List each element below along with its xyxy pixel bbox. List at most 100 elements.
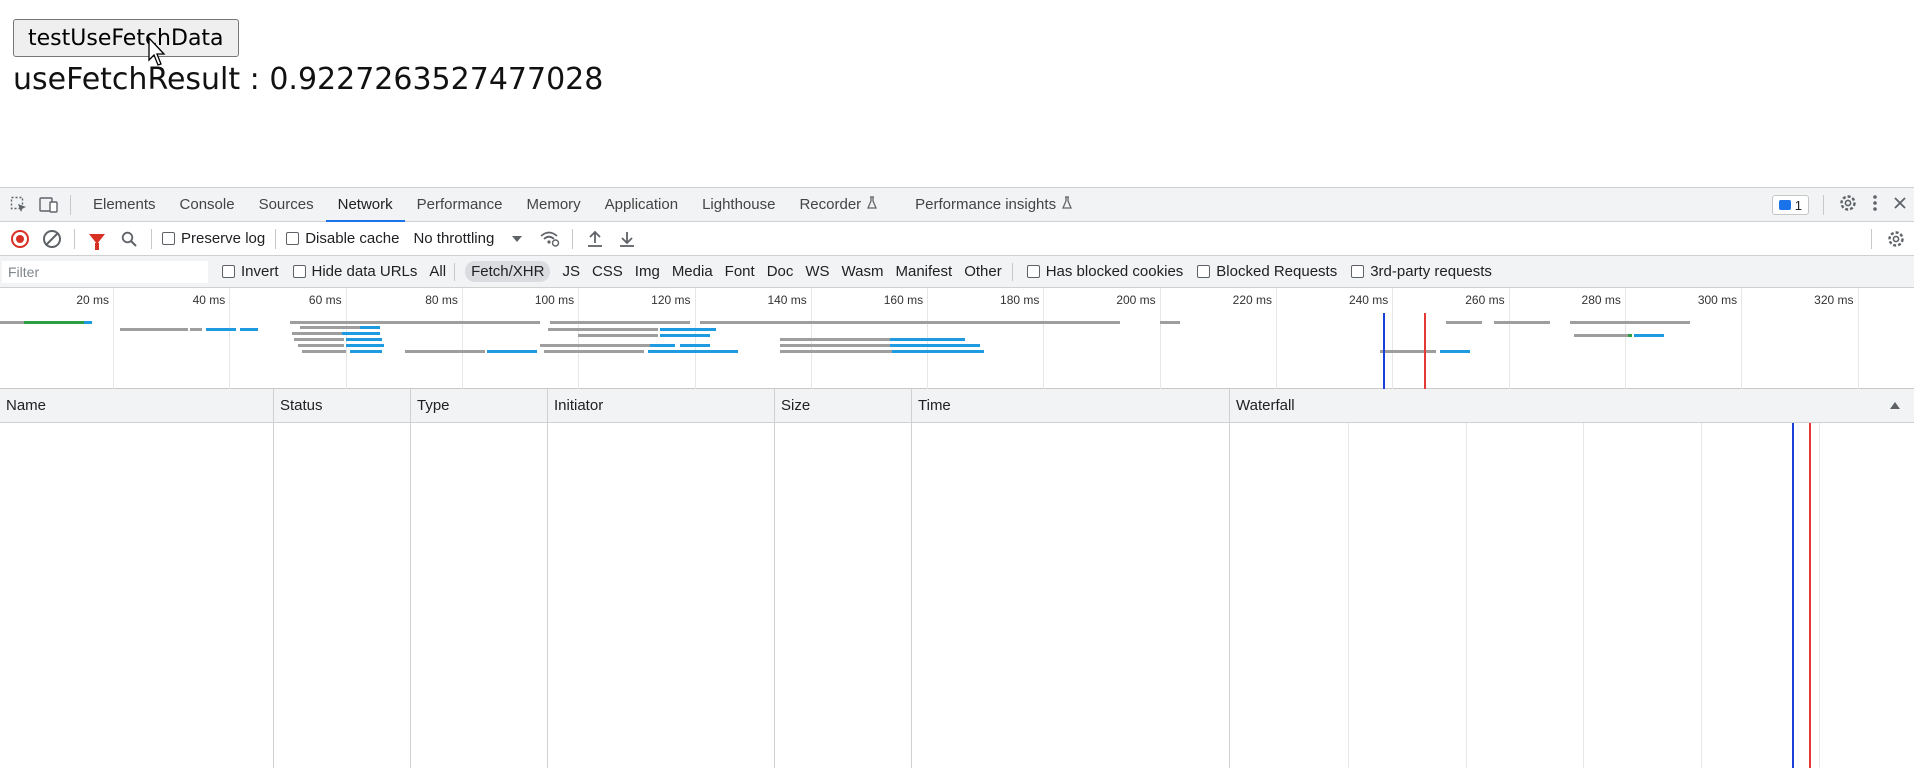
column-divider xyxy=(273,423,274,768)
filter-type-wasm[interactable]: Wasm xyxy=(842,263,884,280)
tab-label: Network xyxy=(337,195,393,213)
export-har-button[interactable] xyxy=(615,227,639,251)
throttling-value: No throttling xyxy=(413,230,495,247)
result-label: useFetchResult : xyxy=(13,62,270,97)
checkbox-box[interactable] xyxy=(222,265,235,278)
column-divider xyxy=(410,423,411,768)
tab-network[interactable]: Network xyxy=(325,188,405,222)
preserve-log-label: Preserve log xyxy=(181,230,266,247)
timeline-tick-label: 240 ms xyxy=(1348,293,1389,307)
request-bar xyxy=(680,344,710,347)
resource-type-filters: All Fetch/XHR JS CSS Img Media Font Doc WS Wasm Ma… xyxy=(417,261,1002,282)
request-bar xyxy=(350,350,382,353)
request-bar xyxy=(206,328,236,331)
tab-application[interactable]: Application xyxy=(593,188,690,222)
import-har-button[interactable] xyxy=(583,227,607,251)
timeline-gridline xyxy=(578,288,580,389)
sort-ascending-icon[interactable] xyxy=(1890,402,1900,409)
filter-type-js[interactable]: JS xyxy=(562,263,580,280)
tab-label: Console xyxy=(179,195,235,213)
filter-type-css[interactable]: CSS xyxy=(592,263,623,280)
column-divider xyxy=(774,423,775,768)
tab-lighthouse[interactable]: Lighthouse xyxy=(690,188,787,222)
checkbox-box[interactable] xyxy=(1197,265,1211,278)
column-header-type[interactable]: Type xyxy=(411,389,548,423)
network-overview-timeline[interactable]: 20 ms 40 ms 60 ms 80 ms 100 ms 120 ms 140 ms 16… xyxy=(0,288,1914,389)
column-header-waterfall[interactable]: Waterfall xyxy=(1230,389,1914,423)
tab-performance-insights[interactable]: Performance insights xyxy=(903,188,1084,222)
tab-label: Lighthouse xyxy=(702,195,776,213)
checkbox-box[interactable] xyxy=(1351,265,1365,278)
checkbox-box[interactable] xyxy=(1026,265,1040,278)
more-options-icon[interactable] xyxy=(1872,194,1878,216)
request-bar xyxy=(84,321,92,324)
invert-checkbox[interactable]: Invert xyxy=(222,263,279,280)
column-header-name[interactable]: Name xyxy=(0,389,274,423)
has-blocked-cookies-label: Has blocked cookies xyxy=(1045,263,1184,280)
network-settings-gear-icon[interactable] xyxy=(1886,229,1906,253)
request-bar xyxy=(540,344,650,347)
timeline-tick-label: 300 ms xyxy=(1697,293,1738,307)
checkbox-box[interactable] xyxy=(292,265,306,278)
record-stop-button[interactable] xyxy=(8,227,32,251)
filter-type-fetch-xhr[interactable]: Fetch/XHR xyxy=(465,261,551,282)
tab-sources[interactable]: Sources xyxy=(247,188,326,222)
network-conditions-button[interactable] xyxy=(538,227,562,251)
column-header-size[interactable]: Size xyxy=(775,389,912,423)
close-devtools-icon[interactable] xyxy=(1892,195,1908,215)
experiment-flask-icon xyxy=(867,188,878,222)
throttling-select[interactable]: No throttling xyxy=(413,230,523,247)
tab-label: Sources xyxy=(258,195,314,213)
test-use-fetch-data-button[interactable]: testUseFetchData xyxy=(13,19,239,57)
issues-icon xyxy=(1778,200,1791,210)
preserve-log-checkbox[interactable]: Preserve log xyxy=(162,230,265,247)
tab-console[interactable]: Console xyxy=(168,188,247,222)
checkbox-box[interactable] xyxy=(286,232,300,245)
third-party-requests-checkbox[interactable]: 3rd-party requests xyxy=(1351,263,1492,280)
search-button[interactable] xyxy=(117,227,141,251)
disable-cache-checkbox[interactable]: Disable cache xyxy=(286,230,399,247)
experiment-flask-icon xyxy=(1062,188,1073,222)
tab-recorder[interactable]: Recorder xyxy=(787,188,889,222)
checkbox-box[interactable] xyxy=(162,232,175,245)
settings-gear-icon[interactable] xyxy=(1838,193,1858,217)
issues-badge[interactable]: 1 xyxy=(1771,195,1809,215)
filter-type-other[interactable]: Other xyxy=(964,263,1002,280)
filter-type-font[interactable]: Font xyxy=(725,263,755,280)
record-icon xyxy=(11,229,29,248)
timeline-gridline xyxy=(461,288,463,389)
devtools-tabbar: Elements Console Sources Network Performance… xyxy=(0,188,1914,222)
clear-log-button[interactable] xyxy=(40,227,64,251)
chevron-down-icon xyxy=(512,235,523,242)
filter-type-doc[interactable]: Doc xyxy=(767,263,794,280)
filter-type-manifest[interactable]: Manifest xyxy=(896,263,953,280)
request-bar xyxy=(550,321,690,324)
tab-performance[interactable]: Performance xyxy=(405,188,515,222)
timeline-gridline xyxy=(694,288,696,389)
request-bar xyxy=(1494,321,1550,324)
inspect-element-icon[interactable] xyxy=(8,194,30,216)
column-header-status[interactable]: Status xyxy=(274,389,411,423)
request-bar xyxy=(1574,334,1628,337)
hide-data-urls-checkbox[interactable]: Hide data URLs xyxy=(292,263,417,280)
filter-toggle-button[interactable] xyxy=(85,227,109,251)
tab-memory[interactable]: Memory xyxy=(515,188,593,222)
filter-input[interactable] xyxy=(2,260,208,283)
tab-elements[interactable]: Elements xyxy=(81,188,168,222)
filter-type-all[interactable]: All xyxy=(429,263,446,280)
filter-type-ws[interactable]: WS xyxy=(805,263,829,280)
filter-type-img[interactable]: Img xyxy=(635,263,660,280)
timeline-tick-label: 220 ms xyxy=(1232,293,1272,307)
request-bar xyxy=(120,328,188,331)
waterfall-gridline xyxy=(1465,423,1467,768)
column-header-time[interactable]: Time xyxy=(912,389,1230,423)
has-blocked-cookies-checkbox[interactable]: Has blocked cookies xyxy=(1026,263,1184,280)
column-header-initiator[interactable]: Initiator xyxy=(548,389,775,423)
column-divider xyxy=(1229,423,1230,768)
blocked-requests-checkbox[interactable]: Blocked Requests xyxy=(1197,263,1337,280)
filter-type-media[interactable]: Media xyxy=(672,263,713,280)
column-divider xyxy=(547,423,548,768)
request-bar xyxy=(292,332,342,335)
request-bar xyxy=(648,350,738,353)
device-toolbar-icon[interactable] xyxy=(38,194,60,216)
